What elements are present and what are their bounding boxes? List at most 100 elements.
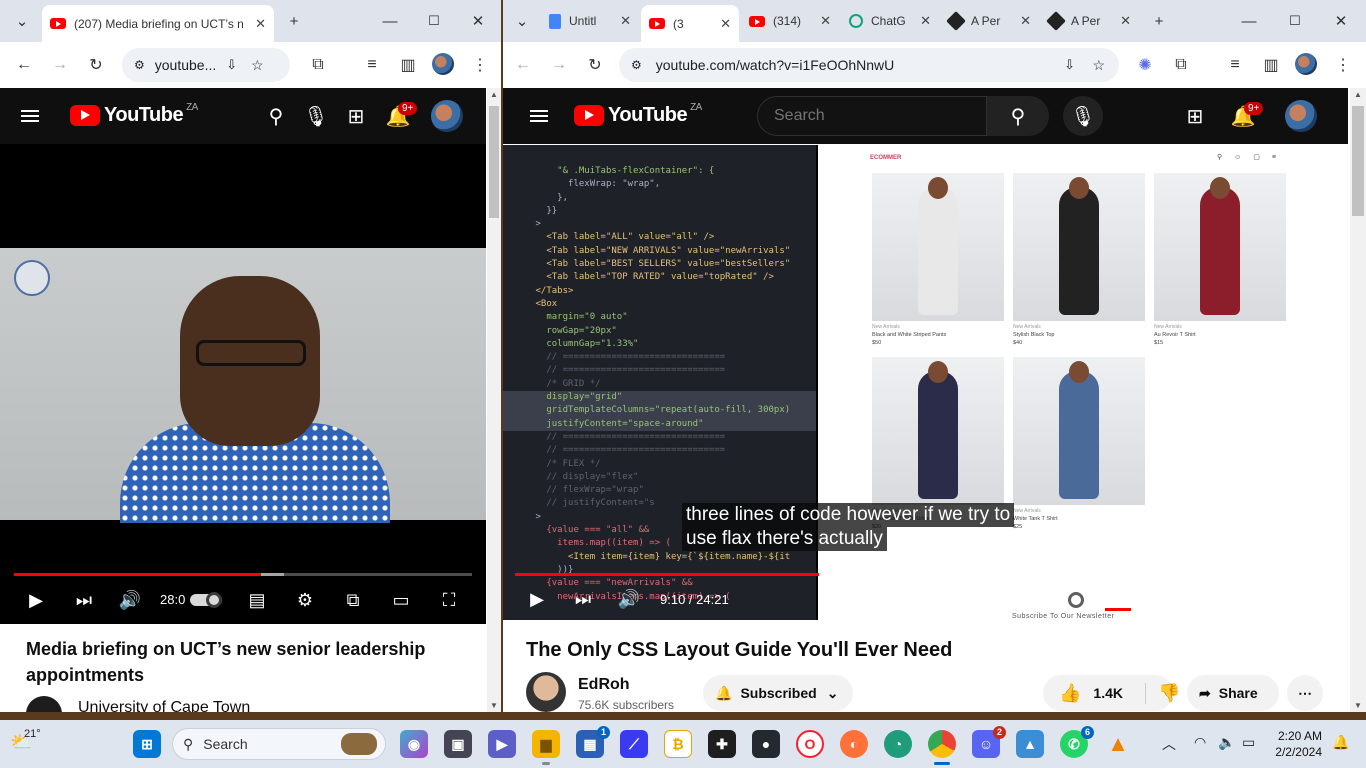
wifi-icon[interactable]: ◠	[1194, 734, 1206, 751]
video-player-left[interactable]: ▶ ⏭ 🔊 28:0 ▤ ⚙ ⧉ ▭ ⛶	[0, 144, 486, 624]
theater-mode-icon[interactable]: ▭	[388, 588, 414, 612]
reload-icon[interactable]: ↻	[583, 53, 607, 77]
firefox-icon[interactable]: ◐	[840, 730, 868, 758]
start-windows-icon[interactable]: ⊞	[133, 730, 161, 758]
chrome-icon[interactable]	[928, 730, 956, 765]
github-icon[interactable]: ●	[752, 730, 780, 758]
microphone-icon[interactable]: 🎙	[1063, 96, 1103, 136]
hamburger-menu-icon[interactable]	[525, 102, 553, 130]
scroll-up-icon[interactable]: ▲	[490, 90, 498, 99]
notification-bell-icon[interactable]: 🔔	[1332, 734, 1349, 751]
next-icon[interactable]: ⏭	[72, 588, 96, 612]
file-explorer-icon[interactable]: ▆	[532, 730, 560, 765]
task-view-icon[interactable]: ▣	[444, 730, 472, 758]
play-icon[interactable]: ▶	[24, 588, 48, 612]
close-tab-icon[interactable]: ✕	[720, 16, 731, 32]
miniplayer-icon[interactable]: ⧉	[1201, 587, 1227, 611]
next-icon[interactable]: ⏭	[571, 587, 595, 611]
youtube-logo[interactable]: YouTube ZA	[574, 102, 702, 127]
volume-icon[interactable]: 🔊	[118, 588, 142, 612]
forward-icon[interactable]: →	[547, 53, 571, 77]
video-player-right[interactable]: "& .MuiTabs-flexContainer": { flexWrap: …	[503, 145, 1348, 620]
tab-uct-briefing[interactable]: (207) Media briefing on UCT’s n ✕	[42, 5, 274, 42]
scroll-thumb[interactable]	[1352, 106, 1364, 216]
tray-chevron-up-icon[interactable]: ︿	[1162, 734, 1176, 754]
minimize-icon[interactable]: —	[1235, 8, 1263, 34]
youtube-logo[interactable]: YouTube ZA	[70, 102, 198, 127]
battery-icon[interactable]: ▭	[1242, 734, 1255, 751]
site-info-icon[interactable]: ⚙	[134, 58, 145, 72]
close-tab-icon[interactable]: ✕	[620, 13, 631, 29]
scroll-down-icon[interactable]: ▼	[1354, 701, 1362, 710]
page-scrollbar[interactable]: ▲ ▼	[1350, 88, 1366, 712]
close-tab-icon[interactable]: ✕	[920, 13, 931, 29]
tab-1[interactable]: (3 ✕	[641, 5, 739, 42]
product-card[interactable]	[872, 173, 1004, 321]
reload-icon[interactable]: ↻	[84, 53, 108, 77]
tab-0[interactable]: Untitl ✕	[541, 6, 639, 36]
scroll-down-icon[interactable]: ▼	[490, 701, 498, 710]
profile-avatar[interactable]	[432, 53, 454, 75]
search-icon[interactable]: ⚲	[262, 102, 290, 130]
close-tab-icon[interactable]: ✕	[1120, 13, 1131, 29]
side-panel-icon[interactable]: ▥	[396, 53, 420, 77]
extension-gear-icon[interactable]: ✺	[1133, 53, 1157, 77]
product-card[interactable]	[1154, 173, 1286, 321]
settings-gear-icon[interactable]: ⚙	[1153, 587, 1179, 611]
product-card[interactable]	[1013, 357, 1145, 505]
search-button[interactable]: ⚲	[987, 96, 1049, 136]
theater-mode-icon[interactable]: ▭	[1249, 587, 1275, 611]
address-bar[interactable]: ⚙ youtube... ⇩ ☆	[122, 48, 290, 82]
close-window-icon[interactable]: ✕	[1327, 8, 1355, 34]
microsoft-store-icon[interactable]: ▦ 1	[576, 726, 610, 758]
copilot-icon[interactable]: ◉	[400, 730, 428, 758]
maximize-icon[interactable]: ☐	[1281, 8, 1309, 34]
edge-icon[interactable]: ◔	[884, 730, 912, 758]
dislike-icon[interactable]: 👎	[1145, 682, 1180, 704]
progress-bar[interactable]	[14, 573, 472, 576]
opera-icon[interactable]: O	[796, 730, 824, 758]
channel-name[interactable]: University of Cape Town	[78, 699, 250, 712]
page-scrollbar[interactable]: ▲ ▼	[487, 88, 501, 712]
like-icon[interactable]: 👍	[1059, 683, 1081, 704]
autoplay-toggle[interactable]	[1052, 592, 1084, 608]
new-tab-icon[interactable]: +	[1145, 8, 1173, 34]
subscribe-button[interactable]: 🔔 Subscribed ⌄	[703, 675, 853, 711]
more-actions-icon[interactable]: ⋯	[1287, 675, 1323, 711]
speaker-icon[interactable]: 🔈	[1218, 734, 1235, 751]
whatsapp-icon[interactable]: ✆ 6	[1060, 726, 1094, 758]
fullscreen-icon[interactable]: ⛶	[436, 588, 462, 612]
channel-avatar[interactable]	[26, 696, 62, 712]
profile-avatar[interactable]	[1295, 53, 1317, 75]
channel-name[interactable]: EdRoh	[578, 676, 630, 694]
side-panel-icon[interactable]: ▥	[1259, 53, 1283, 77]
teams-meet-icon[interactable]: ▶	[488, 730, 516, 758]
address-bar[interactable]: ⚙ youtube.com/watch?v=i1FeOOhNnwU ⇩ ☆	[619, 48, 1119, 82]
back-icon[interactable]: ←	[511, 53, 535, 77]
search-input[interactable]	[774, 107, 974, 125]
close-tab-icon[interactable]: ✕	[1020, 13, 1031, 29]
settings-gear-icon[interactable]: ⚙	[292, 588, 318, 612]
create-video-icon[interactable]: ⊞	[342, 102, 370, 130]
close-tab-icon[interactable]: ✕	[255, 16, 266, 32]
taskbar-search[interactable]: ⚲ Search	[172, 728, 386, 760]
weather-widget[interactable]: ⛅ 21°	[10, 728, 70, 760]
tab-5[interactable]: A Per ✕	[1041, 6, 1139, 36]
autoplay-toggle[interactable]	[190, 592, 222, 608]
media-control-icon[interactable]: ≡	[1223, 53, 1247, 77]
browser-menu-icon[interactable]: ⋮	[1331, 53, 1355, 77]
install-app-icon[interactable]: ⇩	[1064, 57, 1075, 73]
tab-4[interactable]: A Per ✕	[941, 6, 1039, 36]
extensions-icon[interactable]: ⧉	[1169, 53, 1193, 77]
search-box[interactable]	[757, 96, 987, 136]
create-video-icon[interactable]: ⊞	[1181, 102, 1209, 130]
close-tab-icon[interactable]: ✕	[820, 13, 831, 29]
subtitles-icon[interactable]: ▤	[244, 588, 270, 612]
tab-search-chevron-icon[interactable]: ⌄	[8, 8, 36, 34]
scroll-up-icon[interactable]: ▲	[1354, 90, 1362, 99]
channel-avatar[interactable]	[526, 672, 566, 712]
miniplayer-icon[interactable]: ⧉	[340, 588, 366, 612]
bookmark-star-icon[interactable]: ☆	[1092, 57, 1105, 74]
bookmark-star-icon[interactable]: ☆	[251, 57, 264, 74]
tab-2[interactable]: (314) ✕	[741, 6, 839, 36]
